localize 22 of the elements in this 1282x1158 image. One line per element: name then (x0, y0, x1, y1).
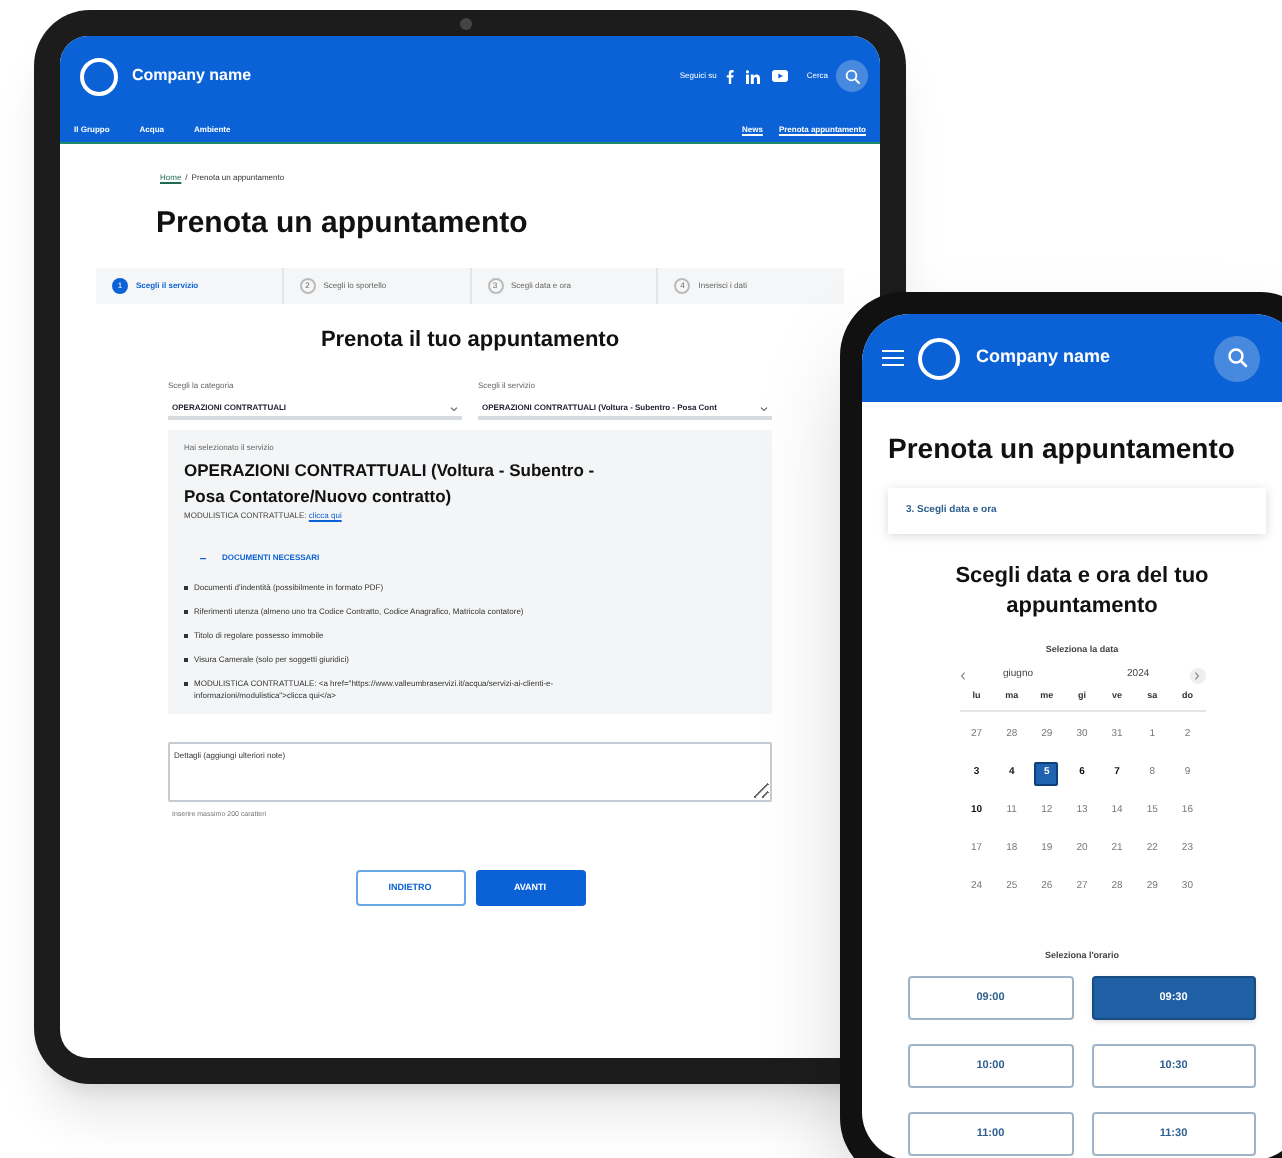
linkedin-icon[interactable] (746, 69, 761, 83)
section-heading: Scegli data e ora del tuo appuntamento (953, 562, 1211, 622)
logo-icon (918, 337, 960, 379)
search-button[interactable] (836, 60, 868, 92)
company-name: Company name (976, 344, 1111, 371)
video-icon[interactable] (772, 70, 789, 82)
chevron-down-icon (450, 405, 458, 411)
service-title: OPERAZIONI CONTRATTUALI (Voltura - Subentro - Posa Contatore/Nuovo contratto) (184, 458, 597, 510)
form-title: Prenota il tuo appuntamento (318, 325, 622, 355)
search-icon (843, 67, 861, 85)
chevron-down-icon (760, 405, 768, 411)
facebook-icon[interactable] (726, 69, 735, 83)
search-button[interactable] (1214, 335, 1260, 381)
menu-icon[interactable] (882, 350, 904, 366)
company-name: Company name (132, 64, 252, 88)
logo-icon (80, 57, 118, 95)
page-title: Prenota un appuntamento (156, 204, 530, 244)
page-title: Prenota un appuntamento (888, 430, 1237, 468)
next-month-button[interactable] (1189, 667, 1205, 684)
search-icon (1225, 346, 1249, 370)
chevron-right-icon (1194, 671, 1200, 680)
chevron-left-icon[interactable] (959, 671, 965, 680)
